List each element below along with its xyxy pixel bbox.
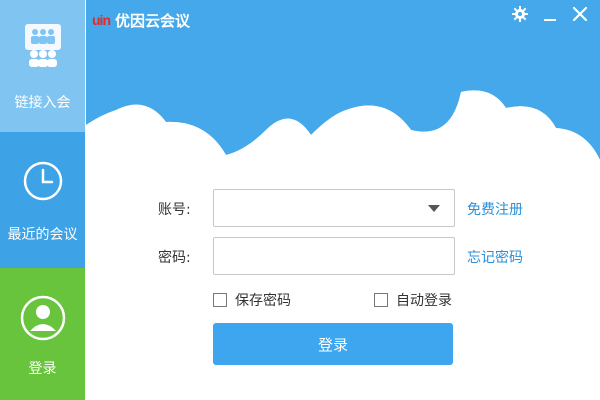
clock-icon (22, 160, 64, 206)
password-input[interactable] (214, 238, 454, 274)
password-field[interactable] (213, 237, 455, 275)
login-button[interactable]: 登录 (213, 323, 453, 365)
auto-login-checkbox[interactable]: 自动登录 (374, 290, 452, 310)
sidebar-item-label: 登录 (28, 361, 57, 377)
remember-password-label: 保存密码 (235, 293, 291, 309)
account-label: 账号: (158, 202, 191, 218)
remember-password-checkbox[interactable]: 保存密码 (213, 290, 291, 310)
account-input[interactable] (214, 190, 454, 226)
people-group-icon (22, 22, 64, 72)
minimize-button[interactable] (540, 6, 560, 26)
forgot-password-link[interactable]: 忘记密码 (467, 247, 523, 267)
close-button[interactable] (570, 6, 590, 26)
app-logo: uin (92, 12, 111, 28)
close-icon (572, 6, 588, 26)
password-label: 密码: (158, 250, 191, 266)
gear-icon (512, 6, 528, 26)
dropdown-arrow-icon[interactable] (428, 205, 440, 212)
sidebar-item-recent-meetings[interactable]: 最近的会议 (0, 132, 85, 268)
sidebar-item-join-meeting[interactable]: 链接入会 (0, 0, 85, 132)
sidebar-item-label: 最近的会议 (7, 227, 78, 243)
checkbox-box[interactable] (213, 293, 227, 307)
sidebar-item-login[interactable]: 登录 (0, 268, 85, 400)
app-title: 优因云会议 (115, 11, 191, 30)
account-field[interactable] (213, 189, 455, 227)
login-button-label: 登录 (317, 335, 348, 354)
sidebar-item-label: 链接入会 (14, 95, 71, 111)
minimize-icon (542, 6, 558, 26)
auto-login-label: 自动登录 (396, 293, 452, 309)
settings-button[interactable] (510, 6, 530, 26)
window-controls (510, 6, 590, 26)
app-brand: uin 优因云会议 (92, 10, 190, 30)
sidebar: 链接入会 最近的会议 登录 (0, 0, 85, 400)
user-avatar-icon (20, 295, 66, 345)
register-link[interactable]: 免费注册 (467, 199, 523, 219)
checkbox-box[interactable] (374, 293, 388, 307)
